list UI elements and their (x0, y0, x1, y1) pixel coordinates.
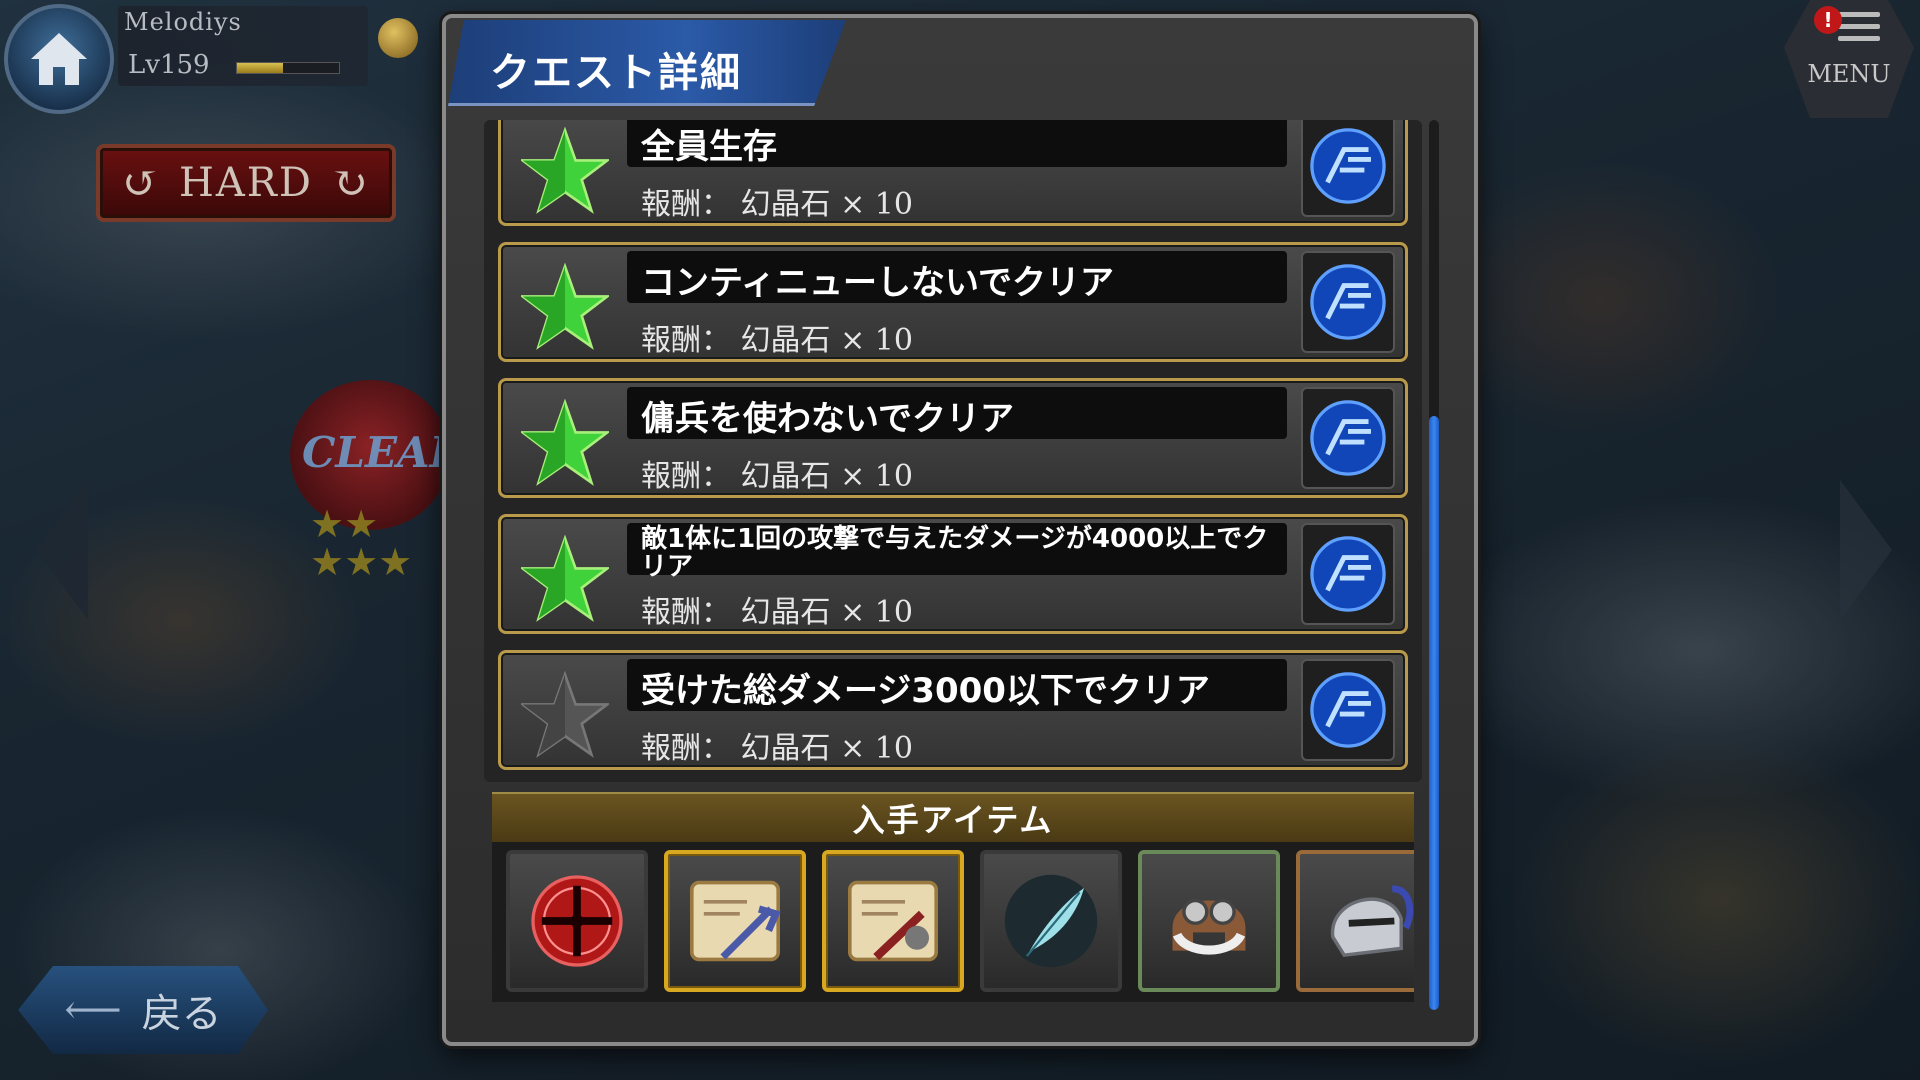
red-orb-icon (531, 875, 623, 967)
star-achieved-icon (519, 397, 611, 489)
mission-reward: 報酬： 幻晶石 × 10 (641, 595, 913, 630)
exp-bar (236, 62, 340, 74)
clear-rating-stars-icon: ★★ ★★★ (310, 502, 413, 584)
star-achieved-icon (519, 533, 611, 625)
item-slot[interactable] (1296, 850, 1414, 992)
prev-stage-arrow[interactable] (36, 480, 88, 620)
mission-reward: 報酬： 幻晶石 × 10 (641, 187, 913, 222)
crystal-reward-icon (1301, 659, 1395, 761)
item-slot[interactable] (506, 850, 648, 992)
rotate-left-icon: ↺ (122, 157, 162, 209)
mission-row: 全員生存 報酬： 幻晶石 × 10 (498, 120, 1408, 226)
menu-label: MENU (1807, 60, 1891, 88)
alert-badge: ! (1814, 6, 1842, 34)
clear-badge-label: CLEAR (302, 428, 465, 477)
back-button[interactable]: ⟵ 戻る (18, 966, 268, 1054)
mission-reward: 報酬： 幻晶石 × 10 (641, 731, 913, 766)
difficulty-toggle-button[interactable]: ↺ HARD ↻ (96, 144, 396, 222)
mission-row: 敵1体に1回の攻撃で与えたダメージが4000以上でクリア 報酬： 幻晶石 × 1… (498, 514, 1408, 634)
scroll-blue-weapon-icon (690, 880, 781, 962)
crystal-reward-icon (1301, 251, 1395, 353)
feather-icon (1004, 874, 1098, 968)
dialog-title: クエスト詳細 (490, 50, 742, 96)
mission-row: 受けた総ダメージ3000以下でクリア 報酬： 幻晶石 × 10 (498, 650, 1408, 770)
mission-name: 傭兵を使わないでクリア (641, 399, 1014, 439)
coin-icon (378, 18, 418, 58)
back-arrow-icon: ⟵ (64, 987, 122, 1033)
mission-list[interactable]: 全員生存 報酬： 幻晶石 × 10 コンティニューしないでクリア 報酬： 幻晶石… (484, 120, 1422, 782)
mission-reward: 報酬： 幻晶石 × 10 (641, 323, 913, 358)
star-achieved-icon (519, 261, 611, 353)
item-slot[interactable] (980, 850, 1122, 992)
items-strip[interactable] (492, 842, 1414, 1002)
hamburger-icon (1838, 12, 1880, 48)
mission-name: コンティニューしないでクリア (641, 263, 1114, 303)
home-icon (31, 33, 87, 85)
back-button-label: 戻る (141, 991, 222, 1037)
home-button[interactable] (4, 4, 114, 114)
scrollbar-thumb[interactable] (1429, 416, 1439, 1010)
item-slot[interactable] (822, 850, 964, 992)
mission-name: 全員生存 (641, 127, 777, 167)
star-achieved-icon (519, 125, 611, 217)
crystal-reward-icon (1301, 120, 1395, 217)
items-header: 入手アイテム (492, 792, 1414, 842)
player-level: Lv159 (128, 50, 210, 80)
mission-name: 受けた総ダメージ3000以下でクリア (641, 671, 1210, 711)
crystal-reward-icon (1301, 387, 1395, 489)
scroll-red-weapon-icon (848, 880, 938, 962)
exp-bar-fill (237, 63, 283, 73)
star-unachieved-icon (519, 669, 611, 761)
item-slot[interactable] (664, 850, 806, 992)
mission-row: 傭兵を使わないでクリア 報酬： 幻晶石 × 10 (498, 378, 1408, 498)
item-slot[interactable] (1138, 850, 1280, 992)
rotate-right-icon: ↻ (330, 157, 370, 209)
helmet-icon (1331, 885, 1414, 958)
aviator-cap-icon (1172, 898, 1246, 955)
player-name: Melodiys (124, 8, 242, 36)
mission-row: コンティニューしないでクリア 報酬： 幻晶石 × 10 (498, 242, 1408, 362)
mission-name: 敵1体に1回の攻撃で与えたダメージが4000以上でクリア (641, 524, 1269, 582)
difficulty-label: HARD (179, 160, 313, 206)
crystal-reward-icon (1301, 523, 1395, 625)
mission-reward: 報酬： 幻晶石 × 10 (641, 459, 913, 494)
next-stage-arrow[interactable] (1840, 480, 1892, 620)
